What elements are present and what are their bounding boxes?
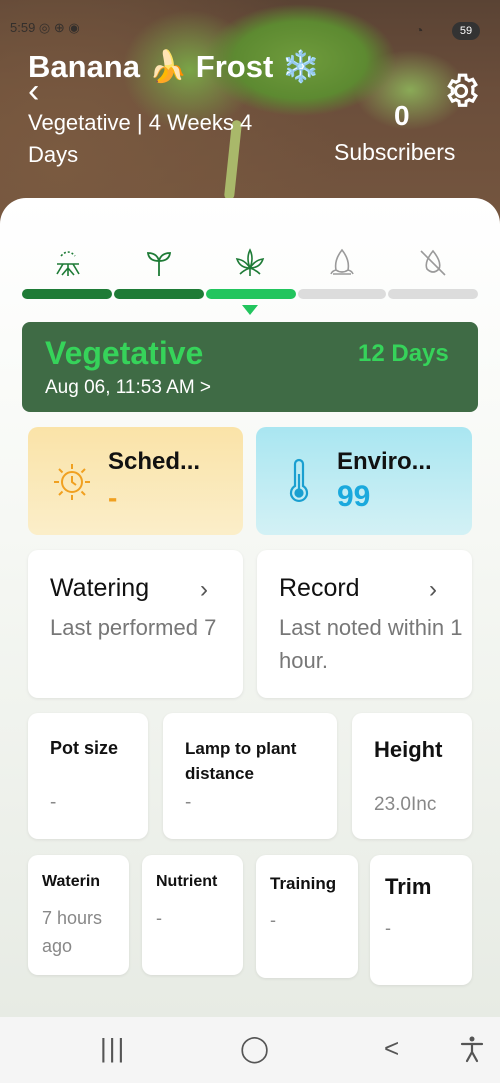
stage-progress-5 (388, 289, 478, 299)
recents-button[interactable]: ||| (100, 1033, 126, 1064)
leaf-icon[interactable] (233, 246, 267, 280)
wifi-icon: ◔ (415, 22, 424, 38)
back-button[interactable]: ‹ (28, 74, 39, 108)
small-card-trim-value: - (385, 918, 391, 938)
small-card-training-label: Training (270, 874, 337, 893)
record-title: Record (279, 574, 360, 602)
home-button[interactable]: ◯ (240, 1033, 269, 1064)
stage-progress-1 (22, 289, 112, 299)
thermometer-icon (289, 458, 309, 503)
sun-clock-icon (54, 464, 90, 500)
record-chevron-icon: › (429, 576, 437, 603)
schedule-value: - (108, 482, 118, 513)
stage-progress-2 (114, 289, 204, 299)
settings-gear-icon[interactable] (442, 72, 480, 110)
stage-progress-4 (298, 289, 386, 299)
height-label: Height (374, 737, 443, 762)
small-card-watering-label: Waterin (42, 873, 101, 890)
small-card-trim-label: Trim (385, 874, 432, 899)
stage-progress-3 (206, 289, 296, 299)
pot-size-label: Pot size (50, 738, 119, 758)
current-stage-name: Vegetative (45, 335, 204, 371)
lamp-distance-label: Lamp to plant distance (185, 739, 297, 783)
flower-bud-icon[interactable] (325, 246, 359, 280)
seedling-icon[interactable] (142, 246, 176, 280)
schedule-label: Sched... (108, 448, 201, 475)
drying-icon[interactable] (416, 246, 450, 280)
roots-icon[interactable] (51, 246, 85, 280)
environment-label: Enviro... (337, 448, 432, 475)
current-stage-days: 12 Days (358, 340, 449, 367)
small-card-training-value: - (270, 910, 276, 930)
nav-back-button[interactable]: < (384, 1033, 399, 1064)
current-stage-date[interactable]: Aug 06, 11:53 AM > (45, 377, 211, 399)
current-stage-pointer-icon (242, 305, 258, 315)
lamp-distance-value: - (185, 792, 192, 813)
subscribers-label[interactable]: Subscribers (334, 139, 455, 166)
subscribers-count[interactable]: 0 (394, 100, 410, 132)
environment-value: 99 (337, 480, 371, 513)
record-summary: Last noted within 1 hour. (279, 615, 463, 673)
accessibility-icon[interactable] (459, 1035, 485, 1063)
height-value: 23.0Inc (374, 794, 437, 815)
small-card-nutrient-label: Nutrient (156, 873, 218, 890)
pot-size-card[interactable] (28, 713, 148, 839)
watering-summary: Last performed 7 (50, 615, 217, 640)
plant-stage-duration: Vegetative | 4 Weeks 4 Days (28, 110, 253, 167)
watering-title: Watering (50, 574, 150, 602)
small-card-nutrient-value: - (156, 908, 162, 928)
pot-size-value: - (50, 792, 57, 813)
status-bar-time: 5:59 ◎ ⊕ ◉ (10, 20, 80, 35)
battery-indicator: 59 (452, 22, 480, 40)
small-card-watering-value: 7 hours ago (42, 908, 103, 956)
watering-chevron-icon: › (200, 576, 208, 603)
plant-title: Banana 🍌 Frost ❄️ (28, 49, 321, 84)
height-card[interactable] (352, 713, 472, 839)
